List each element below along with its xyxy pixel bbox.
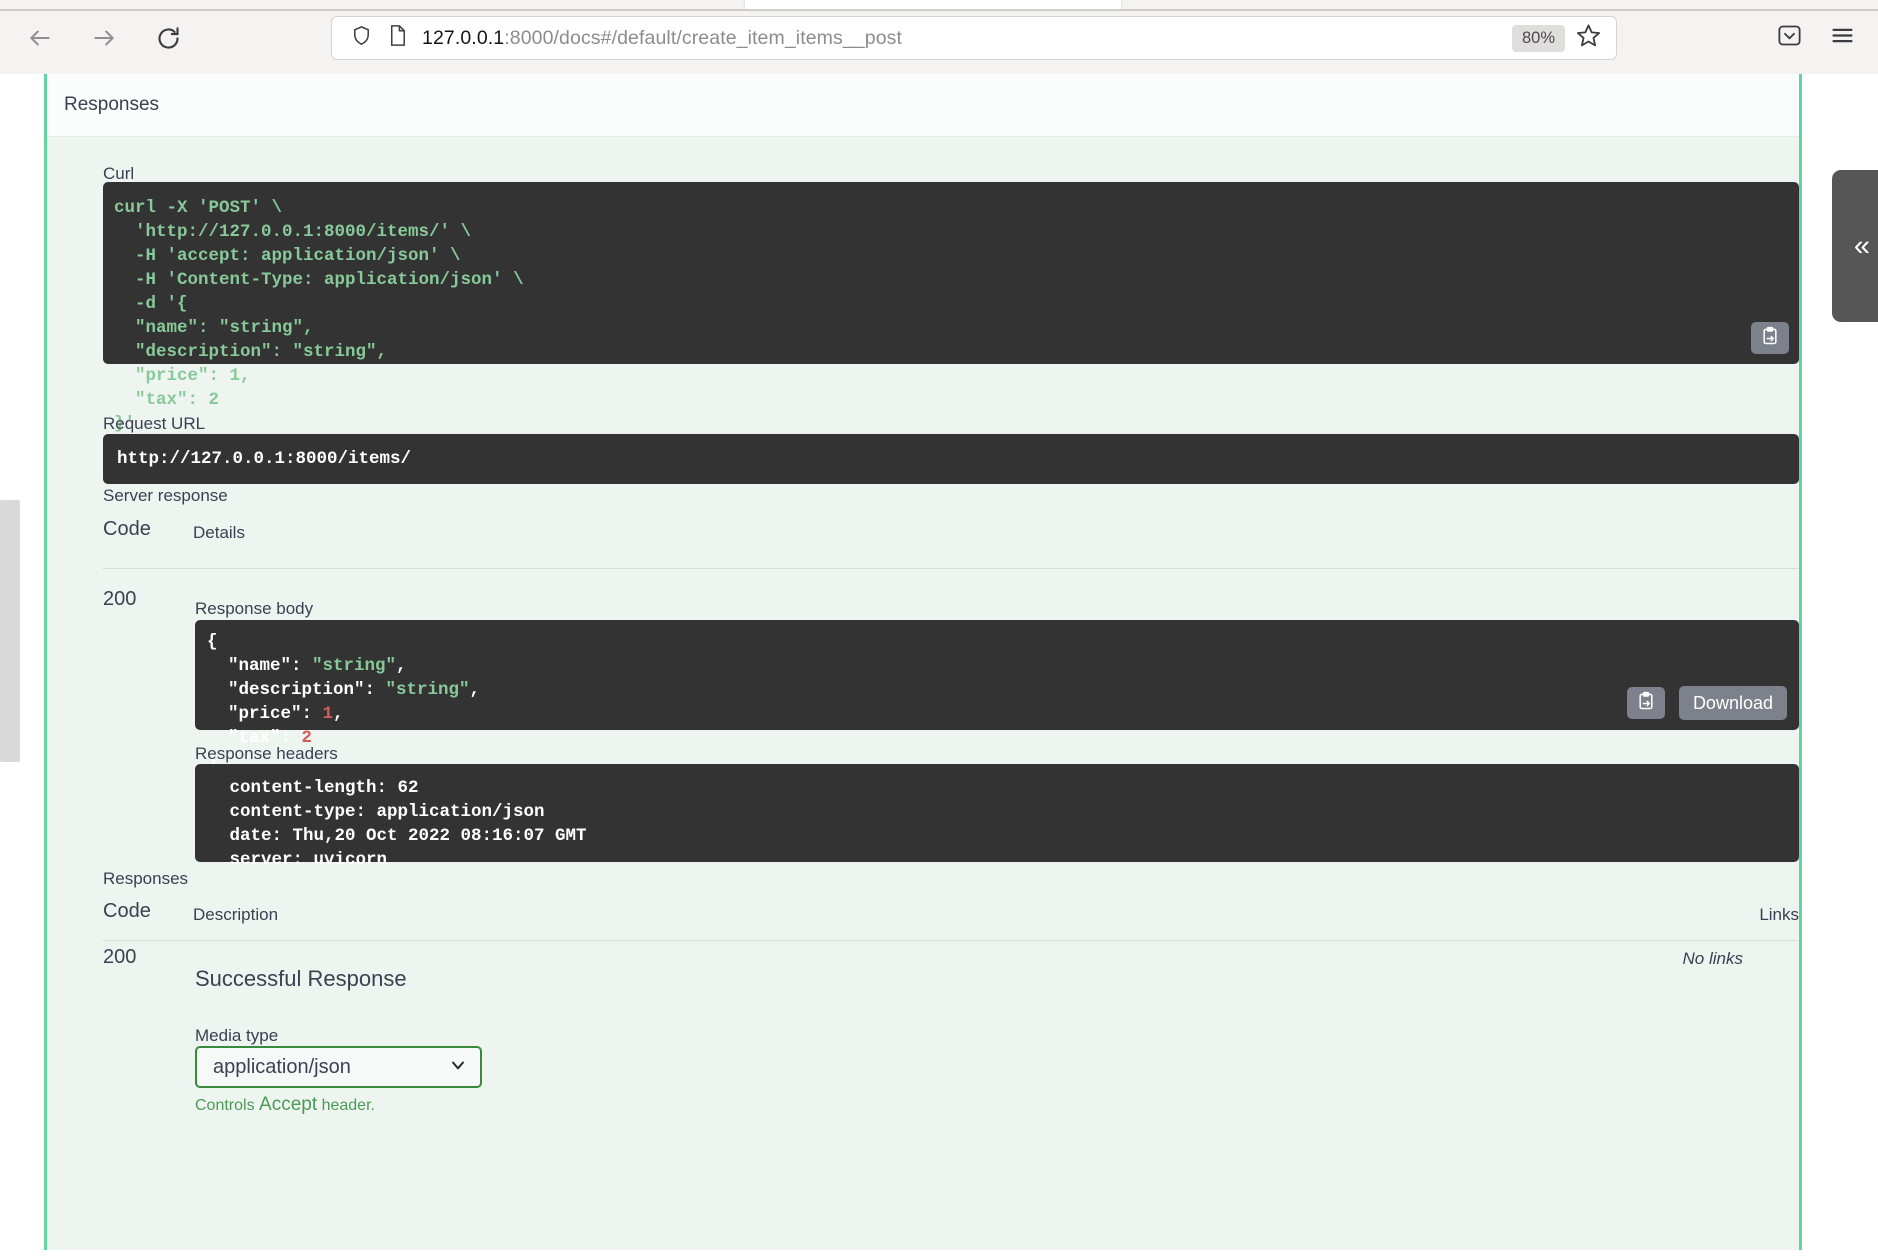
url-host: 127.0.0.1 [422, 26, 505, 49]
response-body-text: { "name": "string", "description": "stri… [207, 632, 481, 772]
back-arrow-icon [27, 25, 53, 51]
responses-spec-divider [103, 940, 1799, 941]
responses-spec-links: No links [1682, 949, 1743, 968]
url-path: :8000/docs#/default/create_item_items__p… [504, 26, 903, 49]
browser-chrome: 127.0.0.1:8000/docs#/default/create_item… [0, 0, 1878, 74]
request-url-value: http://127.0.0.1:8000/items/ [117, 449, 412, 469]
pocket-save-icon[interactable] [1776, 22, 1803, 54]
media-type-hint-prefix: Controls [195, 1097, 260, 1114]
server-response-col-details: Details [193, 523, 245, 542]
server-response-label: Server response [103, 486, 228, 505]
hamburger-menu-icon[interactable] [1829, 22, 1856, 54]
response-headers-label: Response headers [195, 744, 338, 763]
curl-code-text: curl -X 'POST' \ 'http://127.0.0.1:8000/… [114, 198, 524, 434]
back-button[interactable] [20, 18, 60, 58]
response-body-label: Response body [195, 599, 314, 618]
media-type-value: application/json [213, 1055, 351, 1078]
download-button[interactable]: Download [1678, 686, 1787, 720]
page-viewport: Responses Curl curl -X 'POST' \ 'http://… [0, 74, 1878, 1256]
response-body-block[interactable]: { "name": "string", "description": "stri… [195, 620, 1799, 772]
page-document-icon[interactable] [387, 24, 408, 52]
copy-to-clipboard-icon [1760, 326, 1780, 351]
media-type-hint-suffix: header. [317, 1097, 375, 1114]
server-response-code: 200 [103, 588, 137, 610]
copy-curl-button[interactable] [1751, 322, 1789, 354]
responses-spec-table-header: Code Description Links [103, 900, 1799, 942]
double-chevron-left-icon: « [1853, 229, 1871, 262]
chevron-down-icon [448, 1055, 468, 1080]
responses-spec-code: 200 [103, 946, 137, 968]
server-response-col-code: Code [103, 518, 151, 540]
reload-icon [155, 25, 182, 52]
responses-spec-col-links: Links [1759, 905, 1799, 924]
response-body-actions: Download [1626, 686, 1787, 720]
forward-button[interactable] [84, 18, 124, 58]
curl-code-block[interactable]: curl -X 'POST' \ 'http://127.0.0.1:8000/… [103, 182, 1799, 434]
zoom-level-badge[interactable]: 80% [1511, 24, 1565, 52]
sidebar-collapse-toggle[interactable]: « [1832, 170, 1878, 322]
page-scrollbar-thumb[interactable] [0, 500, 20, 762]
address-bar[interactable]: 127.0.0.1:8000/docs#/default/create_item… [331, 16, 1617, 60]
url-text: 127.0.0.1:8000/docs#/default/create_item… [422, 27, 1512, 50]
media-type-hint-accept: Accept [259, 1094, 318, 1115]
curl-label: Curl [103, 164, 135, 183]
request-url-label: Request URL [103, 414, 206, 433]
page-scrollbar-track[interactable] [0, 74, 26, 1256]
shield-icon[interactable] [350, 24, 373, 52]
responses-spec-label: Responses [103, 869, 189, 888]
response-headers-block: content-length: 62 content-type: applica… [195, 764, 1799, 870]
responses-spec-description: Successful Response [195, 966, 407, 991]
media-type-select[interactable]: application/json [195, 1046, 482, 1088]
responses-header-title: Responses [64, 94, 160, 115]
responses-spec-col-code: Code [103, 900, 151, 922]
media-type-label: Media type [195, 1026, 279, 1045]
responses-section-header: Responses [47, 74, 1799, 137]
server-response-table-header: Code Details [103, 518, 1799, 560]
bookmark-star-icon[interactable] [1575, 22, 1602, 54]
response-headers-text: content-length: 62 content-type: applica… [229, 778, 587, 870]
media-type-hint: Controls Accept header. [195, 1094, 375, 1116]
swagger-operation-block: Responses Curl curl -X 'POST' \ 'http://… [44, 74, 1802, 1250]
navigation-buttons [20, 18, 188, 58]
request-url-block[interactable]: http://127.0.0.1:8000/items/ [103, 434, 1799, 484]
server-response-divider [103, 568, 1799, 569]
chrome-right-actions [1776, 18, 1856, 58]
forward-arrow-icon [91, 25, 117, 51]
copy-response-body-button[interactable] [1626, 687, 1665, 719]
responses-spec-col-description: Description [193, 905, 279, 924]
reload-button[interactable] [148, 18, 188, 58]
copy-to-clipboard-icon [1636, 691, 1656, 716]
chrome-separator [0, 9, 1878, 11]
page-bottom-spacer [0, 1250, 1878, 1256]
